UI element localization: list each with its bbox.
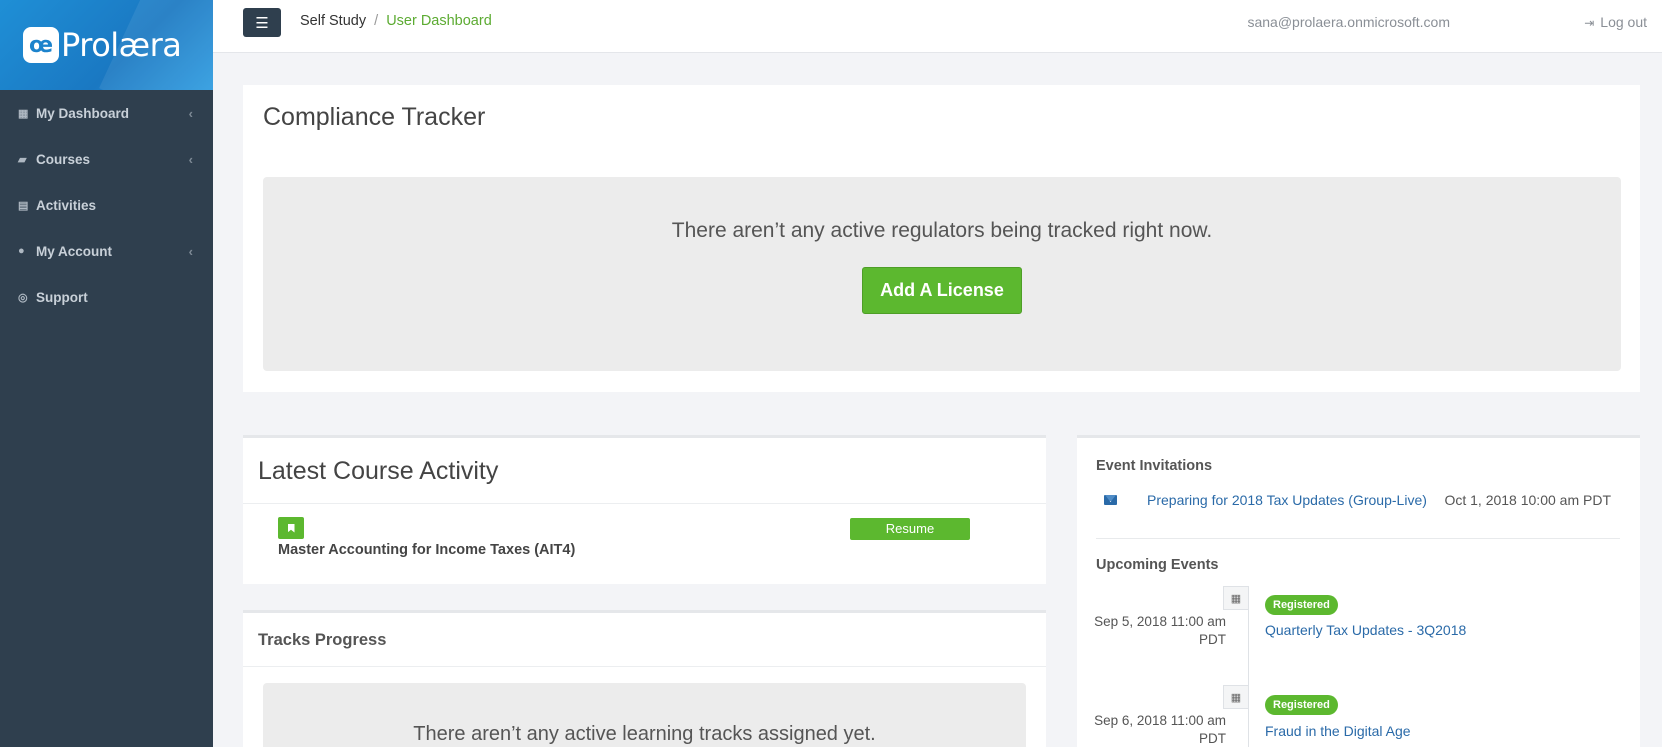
logo-mark-icon: œ [23,27,59,63]
breadcrumb: Self Study / User Dashboard [300,13,492,29]
logout-icon: ⇥ [1584,16,1595,30]
sidebar-nav: ▦ My Dashboard ‹ ▰ Courses ‹ ▤ Activitie… [0,90,213,320]
event-date: Sep 5, 2018 11:00 am PDT [1086,613,1226,649]
sidebar-item-activities[interactable]: ▤ Activities [0,182,213,228]
sidebar-item-label: Activities [36,197,97,213]
event-date-line: Sep 6, 2018 11:00 am [1094,713,1226,728]
events-panel: Event Invitations Preparing for 2018 Tax… [1077,435,1640,747]
tracks-progress-title: Tracks Progress [258,631,387,649]
sidebar: œ Prolæra ▦ My Dashboard ‹ ▰ Courses ‹ ▤… [0,0,213,747]
registered-badge: Registered [1265,595,1338,615]
registered-badge: Registered [1265,695,1338,715]
invitation-date: Oct 1, 2018 10:00 am PDT [1444,492,1611,508]
logout-link[interactable]: ⇥ Log out [1584,14,1647,30]
resume-button[interactable]: Resume [850,518,970,540]
logout-label: Log out [1600,14,1647,30]
sidebar-item-my-dashboard[interactable]: ▦ My Dashboard ‹ [0,90,213,136]
upcoming-events-title: Upcoming Events [1096,557,1219,573]
user-icon: ● [18,245,25,257]
event-date-tz: PDT [1199,632,1226,647]
chevron-left-icon: ‹ [188,105,193,121]
tracks-empty-text: There aren’t any active learning tracks … [413,723,876,745]
divider [243,666,1046,667]
sidebar-item-label: Courses [36,151,91,167]
top-bar: ☰ Self Study / User Dashboard sana@prola… [213,0,1662,53]
compliance-tracker-panel: Compliance Tracker There aren’t any acti… [243,85,1640,392]
bookmark-icon [278,517,304,539]
course-name[interactable]: Master Accounting for Income Taxes (AIT4… [278,542,575,558]
latest-course-activity-panel: Latest Course Activity Master Accounting… [243,435,1046,584]
breadcrumb-item-self-study[interactable]: Self Study [300,13,366,29]
calendar-icon: ▦ [1223,685,1249,709]
brand-name: Prolæra [61,26,182,64]
sidebar-item-support[interactable]: ◎ Support [0,274,213,320]
event-date: Sep 6, 2018 11:00 am PDT [1086,712,1226,747]
calendar-icon: ▦ [1223,586,1249,610]
compliance-empty-state: There aren’t any active regulators being… [263,177,1621,371]
sidebar-item-label: My Account [36,243,113,259]
hamburger-icon: ☰ [255,14,269,32]
compliance-tracker-title: Compliance Tracker [263,103,486,131]
event-link[interactable]: Fraud in the Digital Age [1265,723,1411,739]
book-icon: ▰ [18,153,27,166]
lifebuoy-icon: ◎ [18,291,28,304]
sidebar-item-label: Support [36,289,88,305]
compliance-empty-text: There aren’t any active regulators being… [671,219,1213,242]
brand-logo[interactable]: œ Prolæra [0,0,213,90]
tracks-empty-state: There aren’t any active learning tracks … [263,683,1026,747]
divider [243,503,1046,504]
event-date-tz: PDT [1199,731,1226,746]
event-invitations-title: Event Invitations [1096,458,1213,474]
breadcrumb-separator: / [374,13,379,29]
user-email[interactable]: sana@prolaera.onmicrosoft.com [1247,14,1450,30]
chevron-left-icon: ‹ [188,151,193,167]
event-link[interactable]: Quarterly Tax Updates - 3Q2018 [1265,622,1466,638]
divider [1096,538,1620,539]
dashboard-icon: ▦ [18,107,29,120]
sidebar-item-label: My Dashboard [36,105,130,121]
chevron-left-icon: ‹ [188,243,193,259]
menu-toggle-button[interactable]: ☰ [243,8,281,37]
breadcrumb-item-user-dashboard: User Dashboard [386,13,492,29]
sidebar-item-my-account[interactable]: ● My Account ‹ [0,228,213,274]
timeline-line [1248,586,1249,747]
add-license-button[interactable]: Add A License [862,267,1022,314]
tracks-progress-panel: Tracks Progress There aren’t any active … [243,610,1046,747]
sidebar-item-courses[interactable]: ▰ Courses ‹ [0,136,213,182]
document-icon: ▤ [18,199,29,212]
invitation-link[interactable]: Preparing for 2018 Tax Updates (Group-Li… [1147,492,1427,508]
envelope-icon [1104,495,1117,505]
event-date-line: Sep 5, 2018 11:00 am [1094,614,1226,629]
latest-course-activity-title: Latest Course Activity [258,457,499,485]
